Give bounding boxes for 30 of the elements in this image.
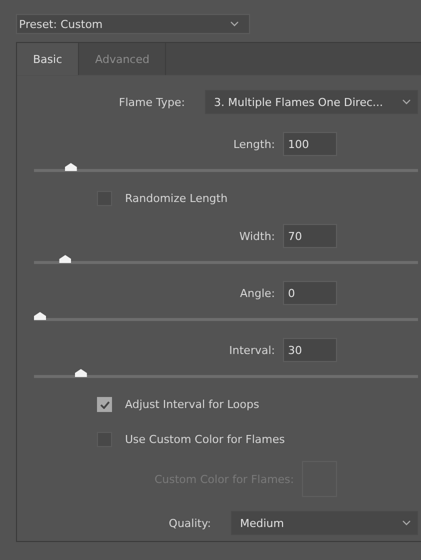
slider-thumb[interactable] bbox=[34, 312, 46, 320]
number-field[interactable]: 70 bbox=[283, 224, 337, 248]
preset-dropdown[interactable]: Preset: Custom bbox=[16, 14, 250, 34]
checkbox-label: Randomize Length bbox=[125, 192, 228, 205]
checkbox-label: Use Custom Color for Flames bbox=[125, 433, 285, 446]
dropdown[interactable]: Medium bbox=[231, 511, 418, 535]
checkbox-label: Adjust Interval for Loops bbox=[125, 398, 260, 411]
field-label: Length: bbox=[232, 138, 276, 150]
slider-thumb[interactable] bbox=[74, 369, 87, 377]
field-label: Flame Type: bbox=[118, 96, 186, 108]
slider[interactable] bbox=[34, 369, 418, 379]
field-label: Interval: bbox=[228, 344, 276, 356]
slider-thumb[interactable] bbox=[59, 255, 72, 263]
number-field[interactable]: 100 bbox=[283, 132, 337, 156]
field-label: Quality: bbox=[168, 516, 212, 530]
slider[interactable] bbox=[34, 255, 418, 265]
dropdown[interactable]: 3. Multiple Flames One Direc... bbox=[205, 90, 418, 114]
slider[interactable] bbox=[34, 312, 418, 322]
field-label: Angle: bbox=[238, 286, 276, 300]
checkmark-icon bbox=[100, 400, 110, 408]
chevron-down-icon bbox=[230, 21, 239, 27]
field-label: Width: bbox=[238, 230, 276, 242]
slider[interactable] bbox=[34, 163, 418, 173]
checkbox[interactable] bbox=[97, 397, 112, 412]
number-field[interactable]: 30 bbox=[283, 338, 337, 362]
chevron-down-icon bbox=[402, 520, 411, 526]
number-field[interactable]: 0 bbox=[283, 281, 337, 305]
chevron-down-icon bbox=[402, 99, 411, 105]
tab[interactable]: Basic bbox=[17, 43, 80, 75]
slider-thumb[interactable] bbox=[64, 163, 77, 171]
